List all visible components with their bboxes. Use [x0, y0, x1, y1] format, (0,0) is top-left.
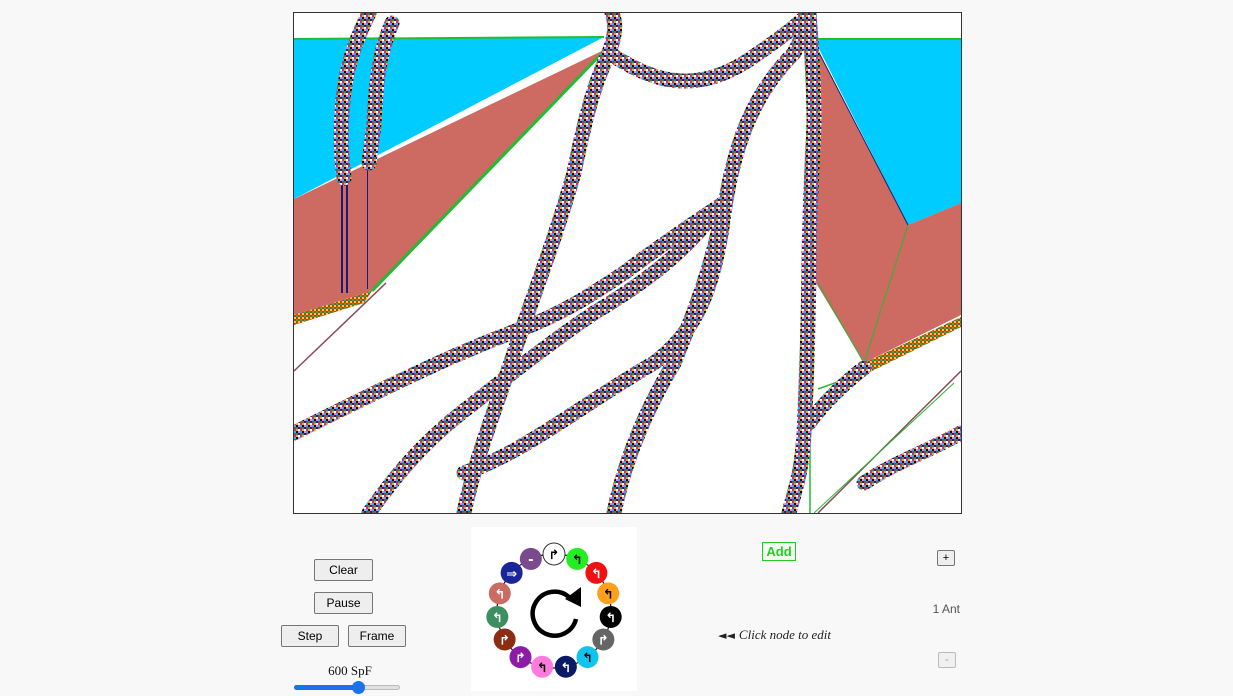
simulation-canvas[interactable]	[293, 12, 962, 514]
rule-node[interactable]: -	[519, 547, 542, 570]
rule-node-symbol: ↱	[515, 651, 526, 666]
slider-thumb[interactable]	[351, 681, 365, 694]
edit-hint: ◄◄ Click node to edit	[718, 627, 831, 643]
rule-node-symbol: ↱	[598, 634, 609, 649]
rule-node-symbol: ↰	[605, 611, 616, 626]
rule-node-symbol: ↰	[572, 553, 583, 568]
rule-node[interactable]: ↰	[597, 582, 620, 605]
rotate-clockwise-icon	[530, 587, 581, 638]
ant-count: 1 Ant	[932, 602, 960, 616]
frame-button[interactable]: Frame	[348, 625, 406, 647]
rule-node[interactable]: ↰	[576, 646, 599, 669]
rule-node[interactable]: ↱	[542, 542, 566, 566]
speed-label: 600 SpF	[328, 663, 372, 678]
rule-node[interactable]: ↰	[599, 605, 622, 628]
rule-node[interactable]: ↱	[493, 628, 516, 651]
rule-node-symbol: ↱	[499, 634, 510, 649]
decrease-button[interactable]: -	[938, 652, 956, 668]
rule-node[interactable]: ↱	[592, 628, 615, 651]
rule-node[interactable]: ↰	[554, 655, 577, 678]
rule-node-symbol: ↰	[560, 661, 571, 676]
rule-node-symbol: ⇒	[506, 567, 517, 582]
increase-button[interactable]: +	[937, 550, 955, 566]
pause-button[interactable]: Pause	[314, 592, 373, 614]
rule-node-symbol: ↰	[494, 587, 505, 602]
slider-fill	[294, 685, 358, 690]
speed-slider[interactable]	[294, 681, 400, 694]
rule-node[interactable]: ↰	[566, 547, 589, 570]
rule-node[interactable]: ⇒	[500, 561, 523, 584]
back-arrows-icon: ◄◄	[718, 629, 735, 642]
rule-wheel-panel: ↱ ↰ ↰ ↰ ↰ ↱ ↰ ↰ ↰ ↱ ↱ ↰ ↰ ⇒ -	[471, 527, 637, 691]
step-button[interactable]: Step	[281, 625, 339, 647]
add-ant-button[interactable]: Add	[762, 542, 796, 561]
rule-node-symbol: -	[528, 553, 533, 568]
rule-node-symbol: ↰	[603, 587, 614, 602]
rule-node-symbol: ↱	[549, 548, 560, 563]
edit-hint-text: Click node to edit	[738, 627, 831, 642]
rule-node[interactable]: ↰	[488, 582, 511, 605]
rule-node-symbol: ↰	[492, 611, 503, 626]
rule-node[interactable]: ↰	[531, 655, 554, 678]
rule-node[interactable]: ↱	[509, 646, 532, 669]
rule-node[interactable]: ↰	[486, 605, 509, 628]
rule-node-symbol: ↰	[537, 661, 548, 676]
rule-node[interactable]: ↰	[585, 561, 608, 584]
rule-node-symbol: ↰	[582, 651, 593, 666]
clear-button[interactable]: Clear	[314, 559, 373, 581]
rule-node-symbol: ↰	[591, 567, 602, 582]
